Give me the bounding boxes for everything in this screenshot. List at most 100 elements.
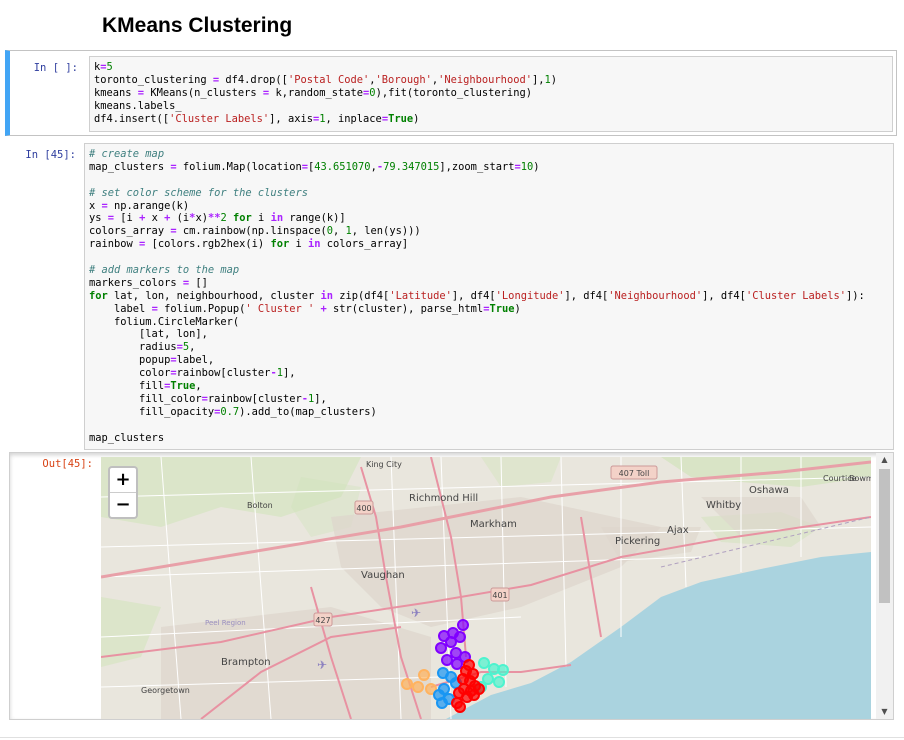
code-token: np.arange(k)	[107, 199, 190, 212]
code-line: color=rainbow[cluster-1],	[89, 367, 889, 380]
cluster-marker[interactable]	[451, 658, 463, 670]
svg-text:427: 427	[315, 616, 330, 625]
output-scrollbar[interactable]: ▲ ▼	[876, 453, 893, 719]
code-cell-1[interactable]: In [ ]: k=5 toronto_clustering = df4.drop…	[5, 50, 897, 136]
code-line: fill_color=rainbow[cluster-1],	[89, 393, 889, 406]
zoom-in-button[interactable]: +	[110, 468, 136, 492]
airport-icon: ✈	[411, 606, 421, 620]
cluster-marker[interactable]	[435, 642, 447, 654]
cell-1-editor[interactable]: k=5 toronto_clustering = df4.drop(['Posta…	[89, 56, 893, 132]
code-token: for	[233, 212, 252, 225]
code-token: kmeans.labels_	[94, 99, 182, 112]
code-token: 79.347015	[383, 160, 440, 173]
code-token: 5	[106, 61, 113, 73]
code-token: 'Longitude'	[495, 289, 565, 302]
cluster-marker[interactable]	[454, 701, 466, 713]
code-token: 0.7	[220, 405, 240, 418]
code-token: ),fit(toronto_clustering)	[375, 86, 532, 99]
code-token: , inplace	[325, 112, 382, 125]
code-token: [lat, lon],	[89, 328, 208, 341]
label-peel-region: Peel Region	[205, 619, 246, 627]
code-token: zip(df4[	[333, 289, 390, 302]
code-token: ],	[314, 392, 327, 405]
cluster-marker[interactable]	[441, 654, 453, 666]
code-token: folium.Popup(	[157, 302, 246, 315]
code-token: str(cluster), parse_html	[326, 302, 484, 315]
label-bolton: Bolton	[247, 501, 273, 510]
code-line: map_clusters	[89, 432, 889, 445]
code-line: radius=5,	[89, 341, 889, 354]
label-whitby: Whitby	[706, 500, 741, 511]
code-token: # set color scheme for the clusters	[89, 186, 308, 199]
cluster-marker[interactable]	[473, 683, 485, 695]
code-token: label	[89, 302, 152, 315]
label-richmond-hill: Richmond Hill	[409, 493, 478, 504]
code-token: ,	[189, 341, 196, 354]
code-token: 'Borough'	[375, 73, 432, 86]
code-token: i	[251, 212, 271, 225]
zoom-out-button[interactable]: −	[110, 493, 136, 517]
code-token: # add markers to the map	[89, 264, 240, 277]
code-token: ,	[333, 225, 346, 238]
code-token: )	[413, 112, 420, 125]
code-line: rainbow = [colors.rgb2hex(i) for i in co…	[89, 238, 889, 251]
code-line: # add markers to the map	[89, 264, 889, 277]
cell-2-editor[interactable]: # create map map_clusters = folium.Map(lo…	[84, 143, 894, 450]
code-token: # create map	[89, 148, 165, 160]
cell-1-prompt: In [ ]:	[33, 62, 78, 74]
label-king-city: King City	[366, 460, 402, 469]
code-token: x	[145, 212, 165, 225]
code-token: )	[550, 73, 558, 86]
map-tiles: ✈ ✈ 400 401 427 407 Toll King City Court…	[101, 457, 871, 719]
code-token: df4.drop([	[219, 73, 288, 86]
cluster-marker[interactable]	[445, 636, 457, 648]
code-token: for	[270, 238, 290, 251]
hwy-401-shield: 401	[490, 587, 510, 602]
code-cell-2[interactable]: In [45]: # create map map_clusters = foli…	[5, 141, 897, 451]
cluster-marker[interactable]	[436, 697, 448, 709]
code-token: ' Cluster '	[245, 302, 315, 315]
label-pickering: Pickering	[615, 536, 660, 547]
label-markham: Markham	[470, 519, 517, 530]
code-line: kmeans.labels_	[94, 100, 888, 113]
code-token: 10	[520, 160, 534, 173]
code-token: (i	[170, 212, 190, 225]
code-token: colors_array]	[320, 238, 409, 251]
code-token: kmeans	[94, 86, 138, 99]
cluster-marker[interactable]	[418, 669, 430, 681]
code-token: fill_opacity	[89, 405, 215, 418]
cluster-marker[interactable]	[497, 664, 509, 676]
code-token: True	[170, 380, 196, 393]
code-token: **	[207, 212, 221, 225]
code-token: map_clusters	[89, 160, 171, 173]
code-token: ], df4[	[451, 289, 496, 302]
cluster-marker[interactable]	[457, 619, 469, 631]
code-token: popup	[89, 354, 171, 367]
cluster-marker[interactable]	[401, 678, 413, 690]
code-token: x)	[195, 212, 208, 225]
code-line: # create map	[89, 148, 889, 161]
label-oshawa: Oshawa	[749, 485, 789, 496]
code-token: )	[514, 302, 521, 315]
scroll-down-arrow-icon[interactable]: ▼	[876, 705, 893, 719]
cluster-marker[interactable]	[412, 681, 424, 693]
code-token: label,	[176, 354, 215, 367]
cluster-marker[interactable]	[493, 676, 505, 688]
code-token: for	[89, 289, 108, 302]
code-token: fill	[89, 380, 165, 393]
code-line: fill=True,	[89, 380, 889, 393]
code-line: toronto_clustering = df4.drop(['Postal C…	[94, 74, 888, 87]
folium-map[interactable]: ✈ ✈ 400 401 427 407 Toll King City Court…	[101, 457, 871, 719]
airport-icon: ✈	[317, 658, 327, 672]
svg-text:401: 401	[492, 591, 507, 600]
code-token: KMeans(n_clusters	[144, 86, 263, 99]
scroll-up-arrow-icon[interactable]: ▲	[876, 453, 893, 467]
code-token: [i	[114, 212, 140, 225]
scrollbar-thumb[interactable]	[879, 469, 890, 603]
code-token: i	[289, 238, 308, 251]
code-token: in	[270, 212, 284, 225]
code-token: True	[388, 112, 414, 125]
cluster-marker[interactable]	[478, 657, 490, 669]
